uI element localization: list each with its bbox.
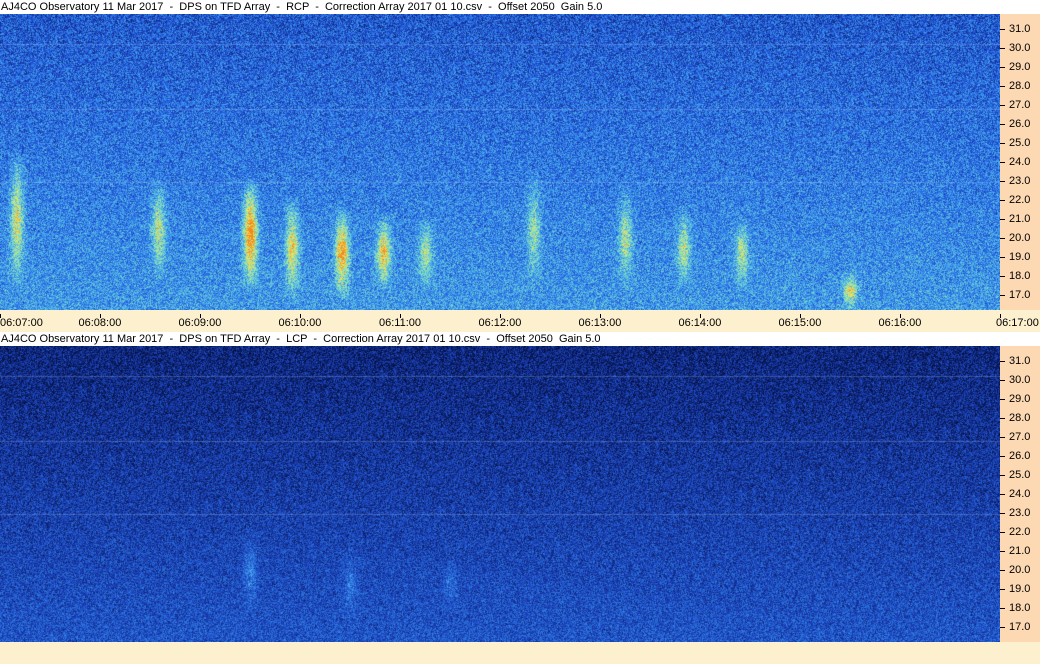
y-tick bbox=[1000, 380, 1005, 382]
y-tick-label: 28.0 bbox=[1009, 80, 1031, 93]
rcp-frequency-axis: 31.0 30.0 29.0 28.0 27.0 26.0 25.0 24.0 23.0 22.0… bbox=[1000, 14, 1040, 310]
y-tick bbox=[1000, 569, 1005, 571]
y-tick bbox=[1000, 29, 1005, 31]
y-tick-label: 19.0 bbox=[1009, 582, 1031, 595]
y-tick bbox=[1000, 199, 1005, 201]
y-tick-label: 25.0 bbox=[1009, 137, 1031, 150]
y-tick bbox=[1000, 531, 1005, 533]
y-tick-label: 20.0 bbox=[1009, 563, 1031, 576]
y-tick-label: 31.0 bbox=[1009, 355, 1031, 368]
x-tick-label: 06:15:00 bbox=[778, 317, 822, 329]
y-tick-label: 17.0 bbox=[1009, 288, 1031, 301]
y-tick-label: 24.0 bbox=[1009, 156, 1031, 168]
y-tick bbox=[1000, 294, 1005, 296]
x-tick-label: 06:13:00 bbox=[578, 317, 622, 329]
y-tick bbox=[1000, 67, 1005, 69]
y-tick-label: 22.0 bbox=[1009, 193, 1031, 206]
y-tick bbox=[1000, 218, 1005, 220]
y-tick bbox=[1000, 237, 1005, 239]
x-tick-label: 06:14:00 bbox=[678, 317, 722, 329]
y-tick bbox=[1000, 494, 1005, 495]
y-tick bbox=[1000, 256, 1005, 258]
y-tick-label: 22.0 bbox=[1009, 525, 1031, 538]
y-tick-label: 24.0 bbox=[1009, 488, 1031, 500]
lcp-spectrogram bbox=[0, 346, 1000, 642]
y-tick bbox=[1000, 418, 1005, 420]
y-tick bbox=[1000, 588, 1005, 590]
y-tick bbox=[1000, 399, 1005, 401]
y-tick bbox=[1000, 361, 1005, 363]
y-tick bbox=[1000, 86, 1005, 88]
bottom-strip bbox=[0, 642, 1040, 664]
x-tick-label: 06:07:00 bbox=[0, 317, 43, 329]
time-axis: 06:07:00 06:08:00 06:09:00 06:10:00 06:11:00… bbox=[0, 314, 1040, 330]
y-tick bbox=[1000, 626, 1005, 628]
x-tick-label: 06:08:00 bbox=[78, 317, 122, 329]
y-tick-label: 27.0 bbox=[1009, 99, 1031, 112]
y-tick bbox=[1000, 512, 1005, 514]
y-tick-label: 18.0 bbox=[1009, 269, 1031, 282]
lcp-frequency-axis: 31.0 30.0 29.0 28.0 27.0 26.0 25.0 24.0 23.0 22.0… bbox=[1000, 346, 1040, 642]
y-tick-label: 28.0 bbox=[1009, 412, 1031, 425]
y-tick-label: 30.0 bbox=[1009, 42, 1031, 55]
y-tick bbox=[1000, 143, 1005, 145]
y-tick bbox=[1000, 475, 1005, 477]
y-tick-label: 18.0 bbox=[1009, 601, 1031, 614]
y-tick bbox=[1000, 180, 1005, 182]
y-tick bbox=[1000, 275, 1005, 277]
x-tick-label: 06:12:00 bbox=[478, 317, 522, 329]
y-tick-label: 17.0 bbox=[1009, 620, 1031, 633]
x-tick-label: 06:09:00 bbox=[178, 317, 222, 329]
y-tick bbox=[1000, 456, 1005, 458]
y-tick bbox=[1000, 550, 1005, 552]
rcp-panel-title: AJ4CO Observatory 11 Mar 2017 - DPS on T… bbox=[0, 0, 1040, 14]
lcp-panel-title: AJ4CO Observatory 11 Mar 2017 - DPS on T… bbox=[0, 332, 1040, 346]
y-tick-label: 21.0 bbox=[1009, 212, 1031, 225]
y-tick-label: 29.0 bbox=[1009, 393, 1031, 406]
y-tick-label: 21.0 bbox=[1009, 544, 1031, 557]
y-tick-label: 30.0 bbox=[1009, 374, 1031, 387]
y-tick-label: 23.0 bbox=[1009, 506, 1031, 519]
y-tick-label: 25.0 bbox=[1009, 469, 1031, 482]
y-tick bbox=[1000, 607, 1005, 609]
y-tick-label: 20.0 bbox=[1009, 231, 1031, 244]
y-tick-label: 31.0 bbox=[1009, 23, 1031, 36]
y-tick bbox=[1000, 105, 1005, 107]
x-tick-label: 06:17:00 bbox=[996, 317, 1039, 329]
x-tick-label: 06:11:00 bbox=[379, 317, 422, 329]
y-tick bbox=[1000, 124, 1005, 126]
x-tick-label: 06:16:00 bbox=[878, 317, 922, 329]
y-tick-label: 19.0 bbox=[1009, 250, 1031, 263]
x-tick-label: 06:10:00 bbox=[278, 317, 322, 329]
y-tick-label: 27.0 bbox=[1009, 431, 1031, 444]
y-tick bbox=[1000, 48, 1005, 50]
y-tick-label: 26.0 bbox=[1009, 450, 1031, 463]
y-tick-label: 23.0 bbox=[1009, 174, 1031, 187]
y-tick-label: 29.0 bbox=[1009, 61, 1031, 74]
y-tick-label: 26.0 bbox=[1009, 118, 1031, 131]
y-tick bbox=[1000, 162, 1005, 163]
y-tick bbox=[1000, 437, 1005, 439]
rcp-spectrogram bbox=[0, 14, 1000, 310]
